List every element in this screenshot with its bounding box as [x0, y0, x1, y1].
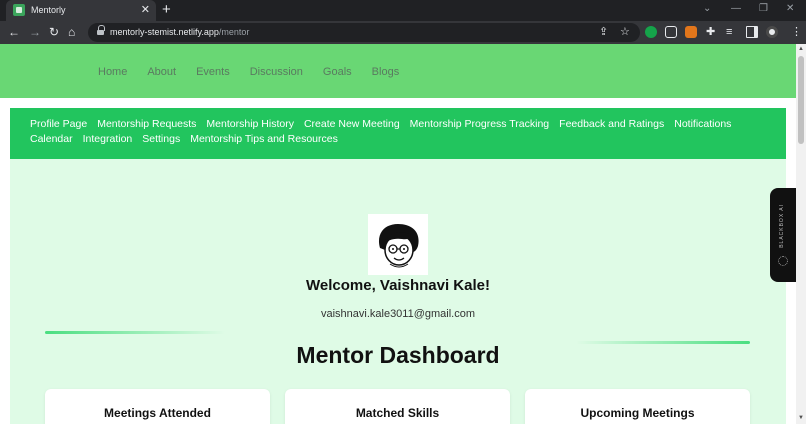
- mentor-nav-notifications[interactable]: Notifications: [674, 119, 731, 130]
- blackbox-logo-icon: [778, 256, 788, 266]
- nav-discussion[interactable]: Discussion: [250, 66, 303, 78]
- nav-about[interactable]: About: [147, 66, 176, 78]
- address-bar[interactable]: mentorly-stemist.netlify.app/mentor ⇪ ☆: [88, 23, 640, 42]
- tab-strip: Mentorly ✕ + ⌄ — ❐ ✕: [0, 0, 806, 21]
- mentor-nav-tips-resources[interactable]: Mentorship Tips and Resources: [190, 134, 338, 145]
- card-matched-skills[interactable]: Matched Skills: [285, 389, 510, 424]
- tab-title: Mentorly: [31, 5, 66, 15]
- share-icon[interactable]: ⇪: [599, 26, 608, 39]
- browser-tab[interactable]: Mentorly ✕: [6, 0, 156, 21]
- mentor-nav: Profile Page Mentorship Requests Mentors…: [10, 108, 786, 159]
- lock-icon: [97, 25, 105, 36]
- nav-blogs[interactable]: Blogs: [372, 66, 400, 78]
- card-upcoming-meetings[interactable]: Upcoming Meetings: [525, 389, 750, 424]
- mentor-nav-progress-tracking[interactable]: Mentorship Progress Tracking: [410, 119, 549, 130]
- nav-home[interactable]: Home: [98, 66, 127, 78]
- bookmark-star-icon[interactable]: ☆: [620, 26, 630, 39]
- mentor-nav-mentorship-requests[interactable]: Mentorship Requests: [97, 119, 196, 130]
- close-tab-icon[interactable]: ✕: [141, 3, 150, 17]
- nav-goals[interactable]: Goals: [323, 66, 352, 78]
- mentor-nav-feedback-ratings[interactable]: Feedback and Ratings: [559, 119, 664, 130]
- mentor-nav-calendar[interactable]: Calendar: [30, 134, 73, 145]
- url-path: /mentor: [218, 27, 250, 37]
- card-meetings-attended[interactable]: Meetings Attended: [45, 389, 270, 424]
- extensions-puzzle-icon[interactable]: ✚: [706, 26, 715, 39]
- forward-arrow-icon[interactable]: →: [29, 25, 41, 39]
- home-icon[interactable]: ⌂: [68, 25, 75, 39]
- site-header: Home About Events Discussion Goals Blogs: [0, 44, 796, 98]
- minimize-icon[interactable]: —: [731, 3, 741, 15]
- mentor-nav-mentorship-history[interactable]: Mentorship History: [206, 119, 294, 130]
- page-title: Mentor Dashboard: [296, 342, 500, 368]
- avatar: [368, 214, 428, 275]
- metamask-extension-icon[interactable]: [685, 26, 697, 38]
- scrollbar-thumb[interactable]: [798, 56, 804, 144]
- close-window-icon[interactable]: ✕: [786, 3, 794, 15]
- blackbox-ai-widget[interactable]: BLACKBOX AI: [770, 188, 796, 282]
- scroll-down-icon[interactable]: ▼: [796, 415, 806, 421]
- side-panel-icon[interactable]: [746, 26, 758, 38]
- tab-search-icon[interactable]: ⌄: [703, 3, 711, 15]
- url-host: mentorly-stemist.netlify.app: [110, 27, 219, 37]
- url-text[interactable]: mentorly-stemist.netlify.app/mentor: [110, 27, 249, 37]
- profile-avatar-icon[interactable]: [766, 26, 778, 38]
- mentor-nav-integration[interactable]: Integration: [83, 134, 133, 145]
- page-scrollbar[interactable]: ▲ ▼: [796, 44, 806, 424]
- mentorly-favicon-icon: [13, 4, 25, 16]
- card-title: Matched Skills: [355, 406, 440, 420]
- reading-list-icon[interactable]: ≡: [726, 26, 732, 39]
- welcome-heading: Welcome, Vaishnavi Kale!: [306, 277, 490, 294]
- new-tab-button[interactable]: +: [162, 1, 171, 19]
- restore-icon[interactable]: ❐: [759, 3, 768, 15]
- notion-extension-icon[interactable]: [665, 26, 677, 38]
- mentor-nav-profile-page[interactable]: Profile Page: [30, 119, 87, 130]
- user-email: vaishnavi.kale3011@gmail.com: [320, 308, 476, 320]
- grammarly-extension-icon[interactable]: [645, 26, 657, 38]
- browser-toolbar: ← → ↻ ⌂ mentorly-stemist.netlify.app/men…: [0, 21, 806, 44]
- nav-events[interactable]: Events: [196, 66, 230, 78]
- back-arrow-icon[interactable]: ←: [8, 25, 20, 39]
- card-title: Upcoming Meetings: [580, 406, 695, 420]
- reload-icon[interactable]: ↻: [49, 25, 59, 39]
- avatar-illustration-icon: [378, 224, 419, 268]
- card-title: Meetings Attended: [104, 406, 211, 420]
- mentor-nav-create-new-meeting[interactable]: Create New Meeting: [304, 119, 400, 130]
- decorative-line-left: [45, 331, 225, 334]
- scroll-up-icon[interactable]: ▲: [796, 46, 806, 52]
- blackbox-label: BLACKBOX AI: [779, 204, 785, 248]
- mentor-nav-settings[interactable]: Settings: [142, 134, 180, 145]
- page-viewport: Home About Events Discussion Goals Blogs…: [0, 44, 796, 424]
- more-menu-icon[interactable]: ⋮: [791, 26, 802, 39]
- site-nav: Home About Events Discussion Goals Blogs: [98, 66, 399, 78]
